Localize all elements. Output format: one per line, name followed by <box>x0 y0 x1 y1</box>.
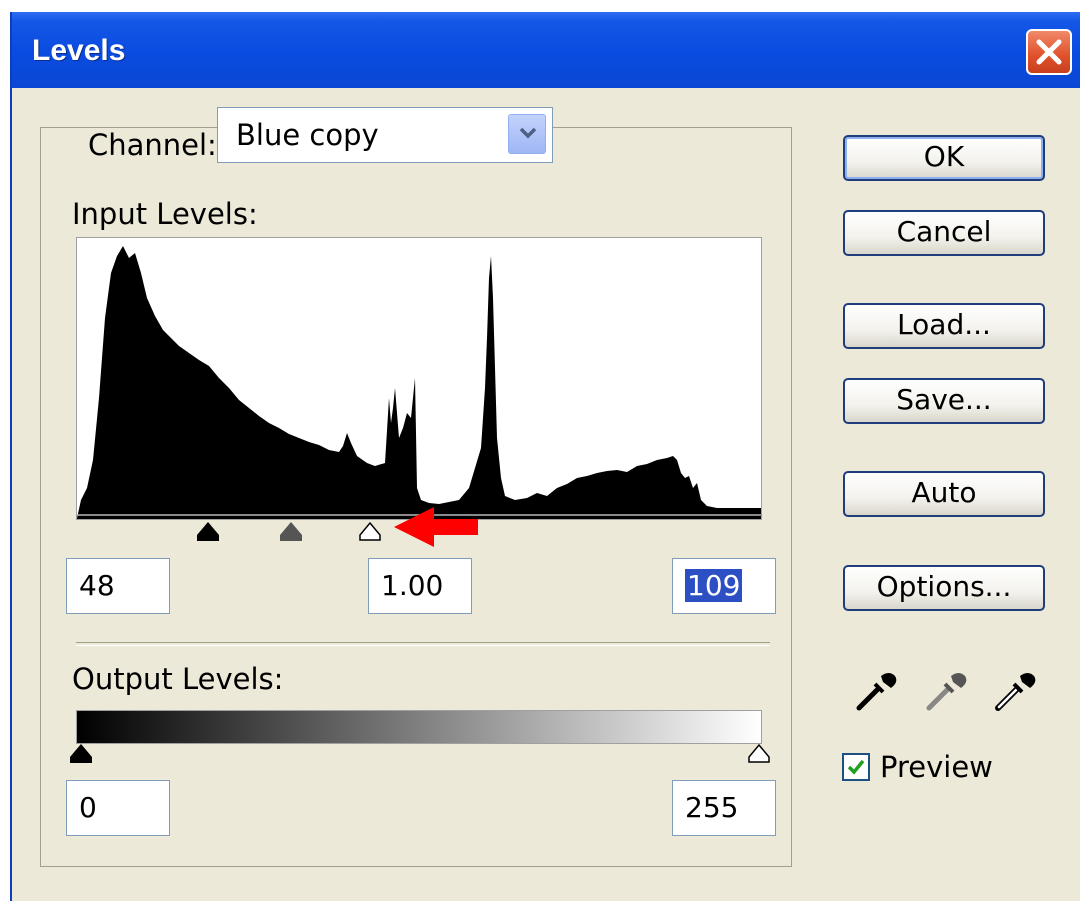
black-eyedropper-icon[interactable] <box>853 668 899 714</box>
output-white-slider[interactable] <box>746 743 772 765</box>
red-arrow-annotation <box>394 507 478 547</box>
white-eyedropper-icon[interactable] <box>992 668 1038 714</box>
checkmark-icon <box>847 759 865 775</box>
preview-label[interactable]: Preview <box>880 750 993 784</box>
close-icon <box>1036 39 1062 65</box>
auto-button[interactable]: Auto <box>843 471 1045 517</box>
input-gamma-field[interactable]: 1.00 <box>368 558 472 614</box>
output-black-field[interactable]: 0 <box>66 780 170 836</box>
input-black-value: 48 <box>79 569 115 602</box>
window-title: Levels <box>32 34 126 67</box>
histogram-graph <box>77 246 761 519</box>
gray-eyedropper-icon[interactable] <box>923 668 969 714</box>
section-divider <box>76 642 770 646</box>
output-white-field[interactable]: 255 <box>672 780 776 836</box>
white-point-slider[interactable] <box>357 521 383 543</box>
input-gamma-value: 1.00 <box>381 569 444 602</box>
channel-label: Channel: <box>82 128 223 162</box>
load-button[interactable]: Load... <box>843 303 1045 349</box>
output-levels-label: Output Levels: <box>72 662 284 696</box>
output-gradient <box>76 710 762 744</box>
input-white-value: 109 <box>685 569 743 602</box>
output-black-value: 0 <box>79 791 97 824</box>
black-point-slider[interactable] <box>195 521 221 543</box>
ok-button[interactable]: OK <box>843 135 1045 181</box>
close-button[interactable] <box>1026 29 1072 75</box>
output-black-slider[interactable] <box>68 743 94 765</box>
input-white-field[interactable]: 109 <box>672 558 776 614</box>
save-button[interactable]: Save... <box>843 378 1045 424</box>
options-button[interactable]: Options... <box>843 565 1045 611</box>
histogram <box>76 237 762 520</box>
channel-select[interactable]: Blue copy <box>217 107 553 163</box>
dropdown-chevron-icon <box>519 127 537 139</box>
preview-checkbox[interactable] <box>842 753 870 781</box>
title-bar[interactable]: Levels <box>12 12 1080 88</box>
output-white-value: 255 <box>685 791 739 824</box>
input-black-field[interactable]: 48 <box>66 558 170 614</box>
midtone-slider[interactable] <box>278 521 304 543</box>
input-levels-label: Input Levels: <box>72 197 258 231</box>
channel-select-value: Blue copy <box>236 118 379 152</box>
cancel-button[interactable]: Cancel <box>843 210 1045 256</box>
channel-dropdown-button[interactable] <box>508 114 546 154</box>
